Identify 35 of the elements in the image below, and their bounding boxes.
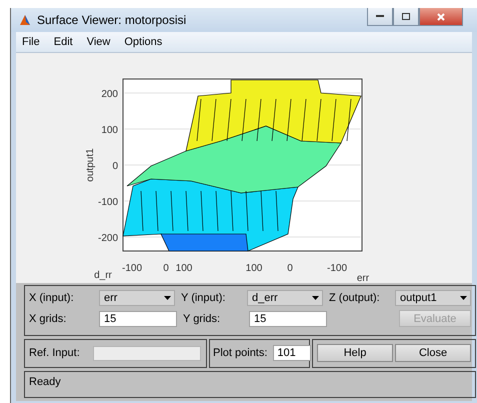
x-tick-label: 100 — [246, 263, 262, 274]
z-output-dropdown[interactable]: output1 — [395, 290, 471, 306]
x-tick-label: 0 — [287, 263, 293, 274]
y-grids-label: Y grids: — [183, 312, 222, 324]
x-tick-label: 100 — [176, 263, 192, 274]
y-tick-label: -200 — [98, 233, 118, 244]
plot-points-label: Plot points: — [213, 347, 268, 360]
y-tick-label: 200 — [101, 89, 118, 100]
y-tick-label: -100 — [98, 197, 118, 208]
menu-item[interactable]: View — [86, 36, 110, 48]
x-grids-field[interactable]: 15 — [99, 310, 177, 326]
y-tick-label: 100 — [101, 125, 118, 136]
dialog-button[interactable]: Help — [317, 344, 393, 362]
dialog-button[interactable]: Close — [395, 344, 471, 362]
x-grids-label: X grids: — [29, 312, 68, 324]
status-text: Ready — [29, 376, 61, 388]
y-tick-label: 0 — [112, 161, 118, 172]
x-tick-label: -100 — [327, 263, 347, 274]
z-output-label: Z (output): — [329, 292, 381, 304]
ref-input-label: Ref. Input: — [29, 347, 81, 360]
y-input-dropdown[interactable]: d_err — [247, 290, 323, 306]
y-grids-field[interactable]: 15 — [249, 310, 327, 326]
x-input-dropdown[interactable]: err — [99, 290, 175, 306]
menu-item[interactable]: File — [22, 36, 40, 48]
x-axis-label: err — [356, 273, 370, 283]
z-axis-label: output1 — [85, 148, 96, 182]
x-tick-label: 0 — [163, 263, 169, 274]
x-input-label: X (input): — [29, 292, 75, 304]
y-axis-label: d_rr — [94, 270, 112, 281]
window-title: Surface Viewer: motorposisi — [37, 13, 186, 27]
menu-item[interactable]: Edit — [54, 36, 73, 48]
x-tick-label: -100 — [122, 263, 142, 274]
plot-points-field[interactable]: 101 — [273, 345, 312, 362]
menu-item[interactable]: Options — [124, 36, 162, 48]
y-input-label: Y (input): — [181, 292, 226, 304]
